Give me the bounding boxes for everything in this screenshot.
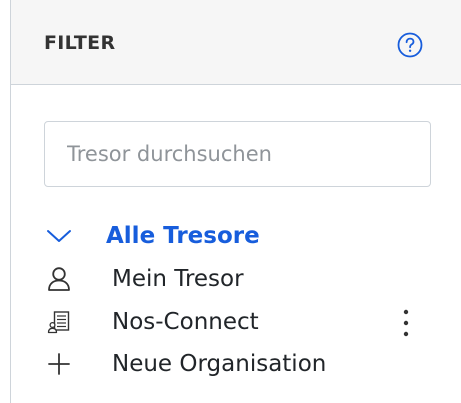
user-icon (44, 264, 74, 294)
search-input[interactable] (44, 121, 431, 187)
filter-panel: FILTER Alle Tresore Mein Tresor (10, 0, 461, 403)
chevron-down-icon[interactable] (44, 221, 74, 251)
plus-icon (44, 349, 74, 379)
tree-item-label: Alle Tresore (106, 223, 260, 249)
tree-item-label: Neue Organisation (112, 351, 327, 377)
tree-item-label: Mein Tresor (112, 266, 244, 292)
panel-header: FILTER (11, 0, 461, 85)
tree-item-label: Nos-Connect (112, 309, 259, 335)
organization-icon (44, 307, 74, 337)
tree-item-all-vaults[interactable]: Alle Tresore (44, 217, 434, 255)
tree-item-organization[interactable]: Nos-Connect (44, 303, 434, 341)
panel-title: FILTER (44, 32, 116, 54)
question-circle-icon[interactable] (396, 31, 424, 59)
tree-item-new-organization[interactable]: Neue Organisation (44, 345, 434, 383)
more-options-icon[interactable] (399, 306, 413, 340)
tree-item-my-vault[interactable]: Mein Tresor (44, 260, 434, 298)
